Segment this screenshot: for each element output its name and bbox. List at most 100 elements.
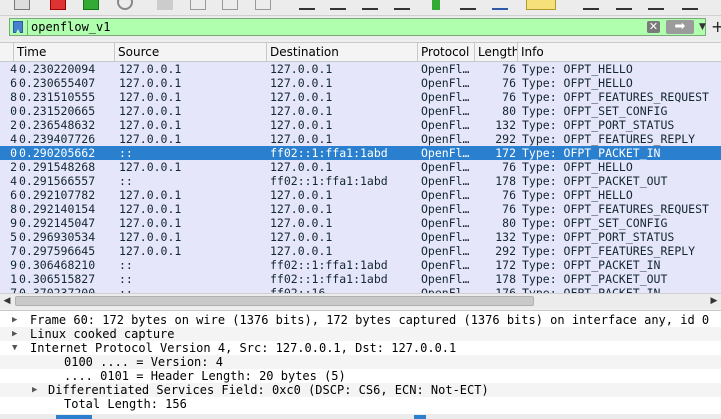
scroll-left-icon[interactable]: ◀ xyxy=(0,294,14,308)
packet-destination: 127.0.0.1 xyxy=(270,244,333,258)
display-filter-bar: openflow_v1 ✕ ➡ ▼ + xyxy=(0,16,721,40)
stop-capture-icon[interactable] xyxy=(50,0,66,10)
packet-row[interactable]: 4 0.239407726 127.0.0.1 127.0.0.1 OpenFl… 292… xyxy=(0,132,721,146)
packet-row[interactable]: 4 0.230220094 127.0.0.1 127.0.0.1 OpenFl… 76 T… xyxy=(0,62,721,76)
packet-protocol: OpenFl… xyxy=(421,90,470,104)
clear-filter-icon[interactable]: ✕ xyxy=(647,21,660,33)
column-header-protocol[interactable]: Protocol xyxy=(418,43,475,61)
packet-no: 8 xyxy=(10,90,17,104)
autoscroll-icon[interactable] xyxy=(492,0,508,10)
packet-source: 127.0.0.1 xyxy=(119,104,182,118)
packet-length: 80 xyxy=(502,216,516,230)
packet-row[interactable]: 4 0.291566557:: ff02::1:ffa1:1abd OpenFl… 17… xyxy=(0,174,721,188)
packet-protocol: OpenFl… xyxy=(421,160,470,174)
packet-no: 0 xyxy=(10,104,17,118)
display-filter-input[interactable]: openflow_v1 ✕ ➡ ▼ xyxy=(9,18,706,36)
packet-row[interactable]: 2 0.291548268 127.0.0.1 127.0.0.1 OpenFl… 76 T… xyxy=(0,160,721,174)
column-header-destination[interactable]: Destination xyxy=(267,43,418,61)
packet-row[interactable]: 8 0.231510555 127.0.0.1 127.0.0.1 OpenFl… 76 T… xyxy=(0,90,721,104)
detail-row[interactable]: ▶ Differentiated Services Field: 0xc0 (DS… xyxy=(0,383,721,397)
packet-row[interactable]: 1 0.306515827:: ff02::1:ffa1:1abd OpenFl… 17… xyxy=(0,272,721,286)
expand-right-icon[interactable]: ▶ xyxy=(32,383,37,397)
packet-row[interactable]: 9 0.306468210:: ff02::1:ffa1:1abd OpenFl… 17… xyxy=(0,258,721,272)
packet-time: 0.290205662 xyxy=(19,146,96,160)
colorize-icon[interactable] xyxy=(526,0,556,10)
close-file-icon[interactable] xyxy=(190,0,206,10)
file-icon[interactable] xyxy=(14,0,30,10)
packet-time: 0.230220094 xyxy=(19,62,96,76)
packet-row[interactable]: 7 0.297596645 127.0.0.1 127.0.0.1 OpenFl… 292… xyxy=(0,244,721,258)
reload-file-icon[interactable] xyxy=(222,0,238,10)
find-icon[interactable] xyxy=(299,0,315,10)
packet-destination: ff02::1:ffa1:1abd xyxy=(270,258,388,272)
packet-length: 76 xyxy=(502,188,516,202)
apply-filter-icon[interactable]: ➡ xyxy=(666,20,694,34)
bookmark-icon[interactable] xyxy=(13,21,23,33)
packet-no: 0 xyxy=(10,146,17,160)
filter-text[interactable]: openflow_v1 xyxy=(31,20,110,35)
add-filter-button-icon[interactable]: + xyxy=(711,18,721,36)
packet-length: 76 xyxy=(502,76,516,90)
zoom-in-icon[interactable] xyxy=(583,0,599,10)
packet-time: 0.291566557 xyxy=(19,174,96,188)
detail-row[interactable]: ▶ Frame 60: 172 bytes on wire (1376 bits)… xyxy=(0,313,721,327)
column-header-length[interactable]: Length xyxy=(475,43,518,61)
packet-info: Type: OFPT_HELLO xyxy=(522,188,633,202)
reload-icon[interactable] xyxy=(117,0,133,10)
packet-row[interactable]: 2 0.236548632 127.0.0.1 127.0.0.1 OpenFl… 132… xyxy=(0,118,721,132)
normal-size-icon[interactable] xyxy=(648,0,664,10)
open-icon[interactable] xyxy=(157,0,173,10)
save-file-icon[interactable] xyxy=(255,0,271,10)
detail-row[interactable]: 0100 .... = Version: 4 xyxy=(0,355,721,369)
column-header-time[interactable]: Time xyxy=(14,43,115,61)
packet-destination: 127.0.0.1 xyxy=(270,132,333,146)
packet-no: 4 xyxy=(10,62,17,76)
expand-down-icon[interactable]: ▼ xyxy=(12,341,17,355)
expand-right-icon[interactable]: ▶ xyxy=(12,327,17,341)
save-icon[interactable] xyxy=(83,0,99,10)
packet-time: 0.296930534 xyxy=(19,230,96,244)
packet-time: 0.231510555 xyxy=(19,90,96,104)
column-header-info[interactable]: Info xyxy=(518,43,721,61)
packet-length: 132 xyxy=(495,118,516,132)
packet-protocol: OpenFl… xyxy=(421,244,470,258)
packet-protocol: OpenFl… xyxy=(421,202,470,216)
packet-protocol: OpenFl… xyxy=(421,258,470,272)
packet-time: 0.306515827 xyxy=(19,272,96,286)
packet-source: :: xyxy=(119,146,133,160)
first-packet-icon[interactable] xyxy=(428,0,444,10)
packet-length: 178 xyxy=(495,174,516,188)
packet-source: 127.0.0.1 xyxy=(119,76,182,90)
detail-row[interactable]: .... 0101 = Header Length: 20 bytes (5) xyxy=(0,369,721,383)
zoom-out-icon[interactable] xyxy=(616,0,632,10)
detail-row[interactable]: Total Length: 156 xyxy=(0,397,721,411)
column-header-no[interactable] xyxy=(0,43,14,61)
resize-columns-icon[interactable] xyxy=(682,0,698,10)
packet-protocol: OpenFl… xyxy=(421,132,470,146)
scrollbar-thumb[interactable] xyxy=(15,296,534,306)
packet-protocol: OpenFl… xyxy=(421,174,470,188)
expand-right-icon[interactable]: ▶ xyxy=(12,313,17,327)
packet-protocol: OpenFl… xyxy=(421,76,470,90)
packet-info: Type: OFPT_PACKET_OUT xyxy=(522,174,668,188)
packet-row[interactable]: 8 0.292140154 127.0.0.1 127.0.0.1 OpenFl… 76 T… xyxy=(0,202,721,216)
horizontal-scrollbar[interactable]: ◀ ▶ xyxy=(0,293,721,308)
packet-row[interactable]: 0 0.231520665 127.0.0.1 127.0.0.1 OpenFl… 80 T… xyxy=(0,104,721,118)
chevron-down-icon[interactable]: ▼ xyxy=(699,20,707,34)
packet-time: 0.292145047 xyxy=(19,216,96,230)
packet-source: 127.0.0.1 xyxy=(119,160,182,174)
detail-row[interactable]: ▼ Internet Protocol Version 4, Src: 127.0… xyxy=(0,341,721,355)
last-packet-icon[interactable] xyxy=(460,0,476,10)
packet-source: 127.0.0.1 xyxy=(119,216,182,230)
go-forward-icon[interactable] xyxy=(362,0,378,10)
packet-row[interactable]: 9 0.292145047 127.0.0.1 127.0.0.1 OpenFl… 80 T… xyxy=(0,216,721,230)
column-header-source[interactable]: Source xyxy=(115,43,267,61)
packet-row[interactable]: 6 0.230655407 127.0.0.1 127.0.0.1 OpenFl… 76 T… xyxy=(0,76,721,90)
detail-row[interactable]: ▶ Linux cooked capture xyxy=(0,327,721,341)
packet-row[interactable]: 5 0.296930534 127.0.0.1 127.0.0.1 OpenFl… 132… xyxy=(0,230,721,244)
go-back-icon[interactable] xyxy=(330,0,346,10)
packet-row[interactable]: 6 0.292107782 127.0.0.1 127.0.0.1 OpenFl… 76 T… xyxy=(0,188,721,202)
scroll-right-icon[interactable]: ▶ xyxy=(707,294,721,308)
go-to-packet-icon[interactable] xyxy=(394,0,410,10)
packet-row[interactable]: 0 0.290205662:: ff02::1:ffa1:1abd OpenFl… 17… xyxy=(0,146,721,160)
